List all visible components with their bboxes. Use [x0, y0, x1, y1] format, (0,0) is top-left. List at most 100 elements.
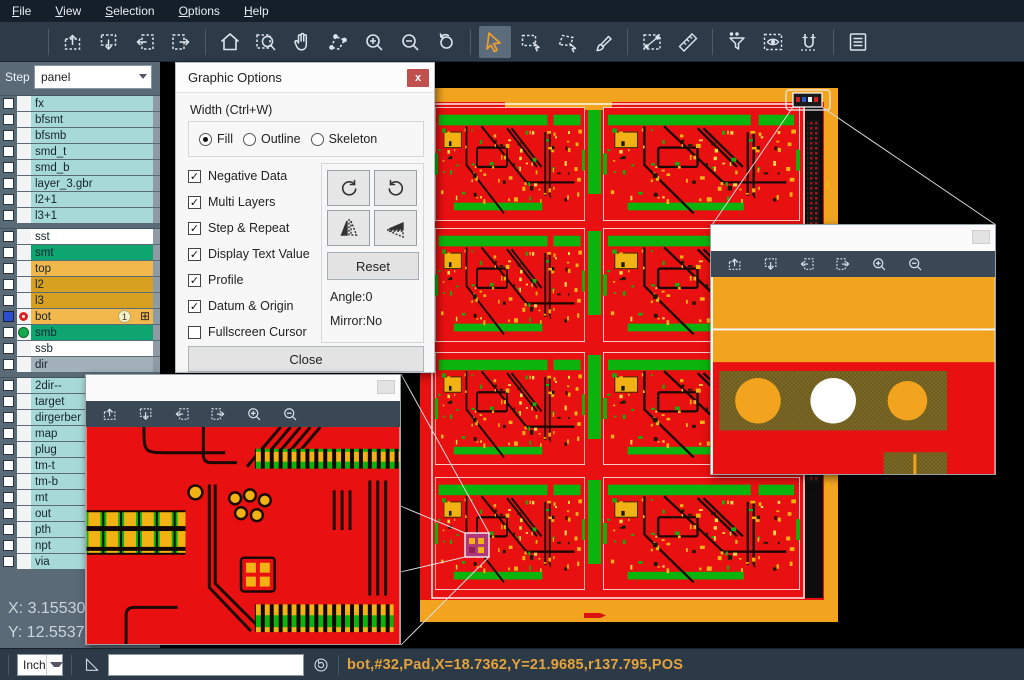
layer-name-cell[interactable]: l3 — [31, 293, 153, 308]
layer-list-scroll-strip[interactable] — [153, 192, 160, 207]
layer-visibility-checkbox[interactable] — [0, 128, 17, 143]
layer-list-scroll-strip[interactable] — [153, 176, 160, 191]
box-arrow-left-button[interactable] — [794, 252, 820, 276]
layer-visibility-checkbox[interactable] — [0, 277, 17, 292]
pcb-board[interactable] — [435, 352, 585, 465]
layer-name-cell[interactable]: dir — [31, 357, 153, 372]
zoom-in-button[interactable] — [866, 252, 892, 276]
layer-row-fx[interactable]: fx — [0, 96, 160, 111]
layer-row-smt[interactable]: smt — [0, 245, 160, 260]
layer-name-cell[interactable]: fx — [31, 96, 153, 111]
box-arrow-down-button[interactable] — [93, 26, 125, 58]
zoom-in-button[interactable] — [358, 26, 390, 58]
layer-row-ssb[interactable]: ssb — [0, 341, 160, 356]
flip-horizontal-button[interactable] — [327, 210, 370, 246]
layer-list-scroll-strip[interactable] — [153, 261, 160, 276]
dialog-close-button[interactable]: x — [407, 69, 429, 87]
layer-list-scroll-strip[interactable] — [153, 293, 160, 308]
home-button[interactable] — [214, 26, 246, 58]
popup-window-button[interactable] — [377, 380, 395, 394]
layer-list-scroll-strip[interactable] — [153, 160, 160, 175]
layer-row-bfsmb[interactable]: bfsmb — [0, 128, 160, 143]
pcb-board[interactable] — [603, 477, 800, 590]
layer-row-layer_3.gbr[interactable]: layer_3.gbr — [0, 176, 160, 191]
unit-dropdown[interactable]: Inch — [17, 654, 63, 676]
layer-name-cell[interactable]: smd_b — [31, 160, 153, 175]
close-button[interactable]: Close — [188, 346, 424, 372]
layer-list-scroll-strip[interactable] — [153, 208, 160, 223]
layer-visibility-checkbox[interactable] — [0, 309, 17, 324]
poly-select-button[interactable] — [551, 26, 583, 58]
layer-list-scroll-strip[interactable] — [153, 144, 160, 159]
menu-selection[interactable]: Selection — [93, 0, 166, 22]
box-arrow-right-button[interactable] — [830, 252, 856, 276]
reset-button[interactable]: Reset — [327, 252, 419, 280]
layer-visibility-checkbox[interactable] — [0, 261, 17, 276]
layer-visibility-checkbox[interactable] — [0, 474, 17, 489]
layer-list-scroll-strip[interactable] — [153, 341, 160, 356]
clean-brush-button[interactable] — [587, 26, 619, 58]
layer-name-cell[interactable]: layer_3.gbr — [31, 176, 153, 191]
layer-name-cell[interactable]: sst — [31, 229, 153, 244]
box-arrow-up-button[interactable] — [57, 26, 89, 58]
popup-pad-detail[interactable] — [711, 277, 995, 474]
layer-visibility-checkbox[interactable] — [0, 357, 17, 372]
popup-title-bar[interactable] — [711, 225, 995, 251]
ruler-button[interactable] — [672, 26, 704, 58]
layer-list-scroll-strip[interactable] — [153, 357, 160, 372]
layer-visibility-checkbox[interactable] — [0, 208, 17, 223]
layer-row-smb[interactable]: smb — [0, 325, 160, 340]
layer-row-sst[interactable]: sst — [0, 229, 160, 244]
rect-select-button[interactable] — [515, 26, 547, 58]
pcb-board[interactable] — [435, 228, 585, 342]
box-arrow-right-button[interactable] — [205, 402, 231, 426]
checkbox-negative-data[interactable]: ✓Negative Data — [188, 163, 310, 189]
box-arrow-left-button[interactable] — [129, 26, 161, 58]
layer-name-cell[interactable]: smt — [31, 245, 153, 260]
layer-visibility-checkbox[interactable] — [0, 458, 17, 473]
radio-outline[interactable]: Outline — [243, 132, 301, 146]
layer-row-smd_b[interactable]: smd_b — [0, 160, 160, 175]
sync-icon[interactable] — [312, 656, 330, 674]
layer-visibility-checkbox[interactable] — [0, 426, 17, 441]
layer-visibility-checkbox[interactable] — [0, 192, 17, 207]
zoom-previous-button[interactable] — [430, 26, 462, 58]
layer-visibility-checkbox[interactable] — [0, 394, 17, 409]
layer-visibility-checkbox[interactable] — [0, 378, 17, 393]
select-cursor-button[interactable] — [479, 26, 511, 58]
step-dropdown[interactable]: panel — [34, 65, 152, 89]
layer-row-l3+1[interactable]: l3+1 — [0, 208, 160, 223]
box-arrow-up-button[interactable] — [722, 252, 748, 276]
zoom-out-button[interactable] — [394, 26, 426, 58]
checkbox-multi-layers[interactable]: ✓Multi Layers — [188, 189, 310, 215]
layer-name-cell[interactable]: top — [31, 261, 153, 276]
radio-skeleton[interactable]: Skeleton — [311, 132, 378, 146]
layer-visibility-checkbox[interactable] — [0, 325, 17, 340]
menu-options[interactable]: Options — [167, 0, 232, 22]
layer-list-scroll-strip[interactable] — [153, 277, 160, 292]
layer-visibility-checkbox[interactable] — [0, 176, 17, 191]
layer-name-cell[interactable]: l2 — [31, 277, 153, 292]
box-arrow-left-button[interactable] — [169, 402, 195, 426]
layer-visibility-checkbox[interactable] — [0, 554, 17, 569]
checkbox-display-text-value[interactable]: ✓Display Text Value — [188, 241, 310, 267]
checkbox-fullscreen-cursor[interactable]: Fullscreen Cursor — [188, 319, 310, 345]
radio-fill[interactable]: Fill — [199, 132, 233, 146]
layer-visibility-checkbox[interactable] — [0, 144, 17, 159]
layer-row-l2+1[interactable]: l2+1 — [0, 192, 160, 207]
layer-visibility-checkbox[interactable] — [0, 522, 17, 537]
layer-row-bfsmt[interactable]: bfsmt — [0, 112, 160, 127]
layer-name-cell[interactable]: bfsmb — [31, 128, 153, 143]
layer-list-scroll-strip[interactable] — [153, 112, 160, 127]
box-arrow-down-button[interactable] — [758, 252, 784, 276]
pcb-board[interactable] — [603, 107, 800, 221]
layer-visibility-checkbox[interactable] — [0, 112, 17, 127]
layer-name-cell[interactable]: l3+1 — [31, 208, 153, 223]
layer-visibility-checkbox[interactable] — [0, 341, 17, 356]
menu-file[interactable]: File — [0, 0, 43, 22]
checkbox-step-repeat[interactable]: ✓Step & Repeat — [188, 215, 310, 241]
show-select-button[interactable] — [757, 26, 789, 58]
layer-row-smd_t[interactable]: smd_t — [0, 144, 160, 159]
layer-visibility-checkbox[interactable] — [0, 506, 17, 521]
layer-row-bot[interactable]: bot1⊞ — [0, 309, 160, 324]
